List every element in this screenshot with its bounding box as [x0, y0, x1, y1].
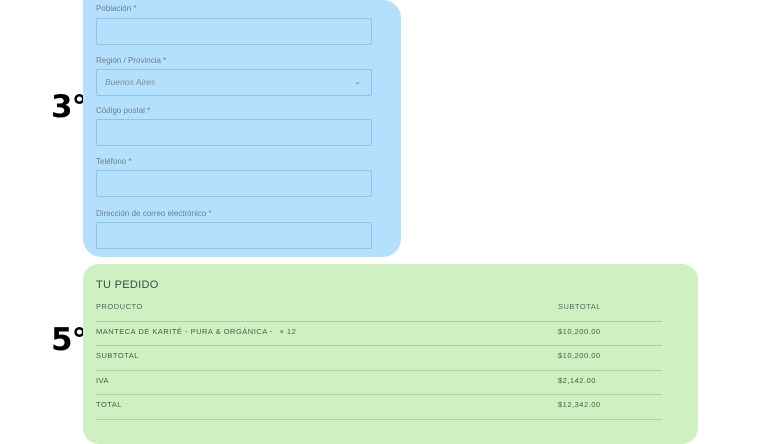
billing-details-panel: Población * Región / Provincia * Buenos … [83, 0, 401, 257]
order-tax-row: IVA $2,142.00 [96, 371, 662, 395]
order-item-total: $10,200.00 [558, 326, 601, 336]
email-label: Dirección de correo electrónico * [96, 209, 212, 218]
region-label: Región / Provincia * [96, 56, 167, 65]
city-label: Población * [96, 4, 137, 13]
step-number-5: 5° [51, 322, 87, 358]
product-column-header: PRODUCTO [96, 302, 143, 311]
total-label: TOTAL [96, 400, 122, 409]
chevron-down-icon: ⌄ [354, 77, 361, 86]
order-item-row: MANTECA DE KARITÉ - PURA & ORGÁNICA - × … [96, 322, 662, 346]
region-select[interactable]: Buenos Aires ⌄ [96, 69, 372, 96]
city-input[interactable] [96, 18, 372, 45]
postal-code-input[interactable] [96, 119, 372, 146]
order-table: PRODUCTO SUBTOTAL MANTECA DE KARITÉ - PU… [96, 297, 662, 420]
subtotal-value: $10,200.00 [558, 351, 601, 360]
order-item-quantity: × 12 [279, 326, 297, 336]
subtotal-label: SUBTOTAL [96, 351, 139, 360]
order-table-header: PRODUCTO SUBTOTAL [96, 297, 662, 322]
region-selected-value: Buenos Aires [105, 77, 156, 87]
tax-value: $2,142.00 [558, 375, 596, 385]
phone-label: Teléfono * [96, 157, 132, 166]
subtotal-column-header: SUBTOTAL [558, 302, 601, 311]
order-item-name: MANTECA DE KARITÉ - PURA & ORGÁNICA - [96, 326, 273, 336]
order-subtotal-row: SUBTOTAL $10,200.00 [96, 346, 662, 371]
phone-input[interactable] [96, 170, 372, 197]
order-total-row: TOTAL $12,342.00 [96, 395, 662, 420]
order-summary-panel: TU PEDIDO PRODUCTO SUBTOTAL MANTECA DE K… [83, 264, 698, 444]
email-input[interactable] [96, 222, 372, 249]
tax-label: IVA [96, 375, 110, 385]
postal-code-label: Código postal * [96, 106, 151, 115]
step-number-3: 3° [51, 89, 87, 125]
total-value: $12,342.00 [558, 400, 601, 409]
order-title: TU PEDIDO [96, 279, 159, 291]
